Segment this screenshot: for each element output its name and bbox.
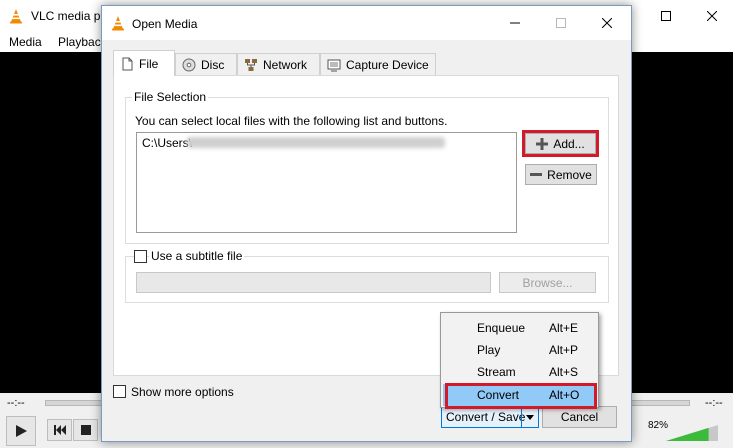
- browse-button-label: Browse...: [522, 275, 573, 290]
- file-selection-hint: You can select local files with the foll…: [135, 114, 448, 128]
- dialog-title: Open Media: [132, 17, 198, 31]
- menu-item-stream-shortcut: Alt+S: [549, 365, 579, 379]
- subtitle-checkbox[interactable]: [134, 250, 147, 263]
- tab-capture-device[interactable]: Capture Device: [320, 53, 436, 75]
- menu-item-play-label: Play: [477, 343, 501, 357]
- menu-item-stream-label: Stream: [477, 365, 516, 379]
- menu-item-enqueue[interactable]: Enqueue Alt+E: [443, 317, 596, 339]
- convert-save-label: Convert / Save: [446, 410, 526, 424]
- time-total: --:--: [705, 397, 723, 409]
- stop-icon: [80, 425, 91, 435]
- file-icon: [120, 57, 134, 71]
- play-button[interactable]: [6, 416, 36, 446]
- close-icon: [602, 18, 612, 28]
- vlc-close-button[interactable]: [689, 0, 733, 32]
- vlc-window-title: VLC media pl: [31, 9, 104, 23]
- convert-item-highlight: [445, 383, 597, 409]
- menu-media[interactable]: Media: [9, 35, 42, 49]
- minus-icon: [530, 172, 543, 176]
- previous-button[interactable]: [47, 419, 72, 441]
- tab-capture-device-label: Capture Device: [346, 57, 429, 72]
- dialog-titlebar: Open Media: [102, 6, 631, 40]
- dialog-minimize-button[interactable]: [492, 6, 538, 40]
- convert-save-dropdown-toggle[interactable]: [521, 407, 538, 427]
- close-icon: [707, 11, 717, 21]
- tab-network-label: Network: [263, 57, 308, 72]
- capture-device-icon: [327, 58, 341, 72]
- menu-item-enqueue-shortcut: Alt+E: [549, 321, 579, 335]
- time-elapsed: --:--: [7, 397, 25, 409]
- subtitle-file-input: [136, 272, 491, 293]
- browse-button: Browse...: [499, 272, 596, 293]
- chevron-down-icon: [526, 414, 534, 420]
- play-icon: [16, 425, 27, 437]
- cancel-button[interactable]: Cancel: [542, 406, 617, 428]
- minimize-icon: [510, 22, 520, 24]
- open-media-dialog: Open Media File Disc Network Capture Dev…: [101, 5, 632, 442]
- tab-disc-label: Disc: [201, 57, 225, 72]
- vlc-cone-icon: [10, 9, 22, 24]
- subtitle-checkbox-label: Use a subtitle file: [149, 249, 245, 263]
- dialog-close-button[interactable]: [584, 6, 630, 40]
- menu-item-play-shortcut: Alt+P: [549, 343, 579, 357]
- plus-icon: [536, 137, 549, 150]
- maximize-icon: [661, 11, 671, 21]
- menu-item-play[interactable]: Play Alt+P: [443, 339, 596, 361]
- tab-file[interactable]: File: [113, 50, 175, 76]
- menu-playback[interactable]: Playback: [58, 35, 107, 49]
- previous-icon: [53, 425, 66, 435]
- file-selection-title: File Selection: [132, 90, 209, 104]
- stop-button[interactable]: [73, 419, 98, 441]
- convert-save-dropdown: Enqueue Alt+E Play Alt+P Stream Alt+S Co…: [440, 312, 599, 409]
- file-list[interactable]: C:\Users\: [136, 132, 517, 233]
- disc-icon: [182, 58, 196, 72]
- maximize-icon: [556, 18, 566, 28]
- tab-file-label: File: [139, 56, 159, 71]
- remove-button[interactable]: Remove: [525, 164, 597, 185]
- tab-network[interactable]: Network: [237, 53, 320, 75]
- file-list-item[interactable]: C:\Users\: [142, 136, 192, 150]
- menu-item-stream[interactable]: Stream Alt+S: [443, 361, 596, 383]
- add-button-label: Add...: [553, 136, 585, 151]
- show-more-options-checkbox[interactable]: [113, 385, 126, 398]
- vlc-cone-icon: [112, 16, 124, 31]
- vlc-maximize-button[interactable]: [643, 0, 689, 32]
- remove-button-label: Remove: [547, 167, 592, 182]
- volume-slider[interactable]: [666, 425, 718, 441]
- show-more-options-label: Show more options: [131, 385, 234, 399]
- dialog-maximize-button: [538, 6, 584, 40]
- cancel-button-label: Cancel: [560, 410, 599, 424]
- network-icon: [244, 58, 258, 72]
- tab-disc[interactable]: Disc: [175, 53, 237, 75]
- convert-save-button[interactable]: Convert / Save: [441, 406, 539, 428]
- menu-item-enqueue-label: Enqueue: [477, 321, 526, 335]
- blurred-file-path: [187, 137, 445, 148]
- volume-percent: 82%: [648, 420, 669, 431]
- add-button[interactable]: Add...: [525, 133, 596, 154]
